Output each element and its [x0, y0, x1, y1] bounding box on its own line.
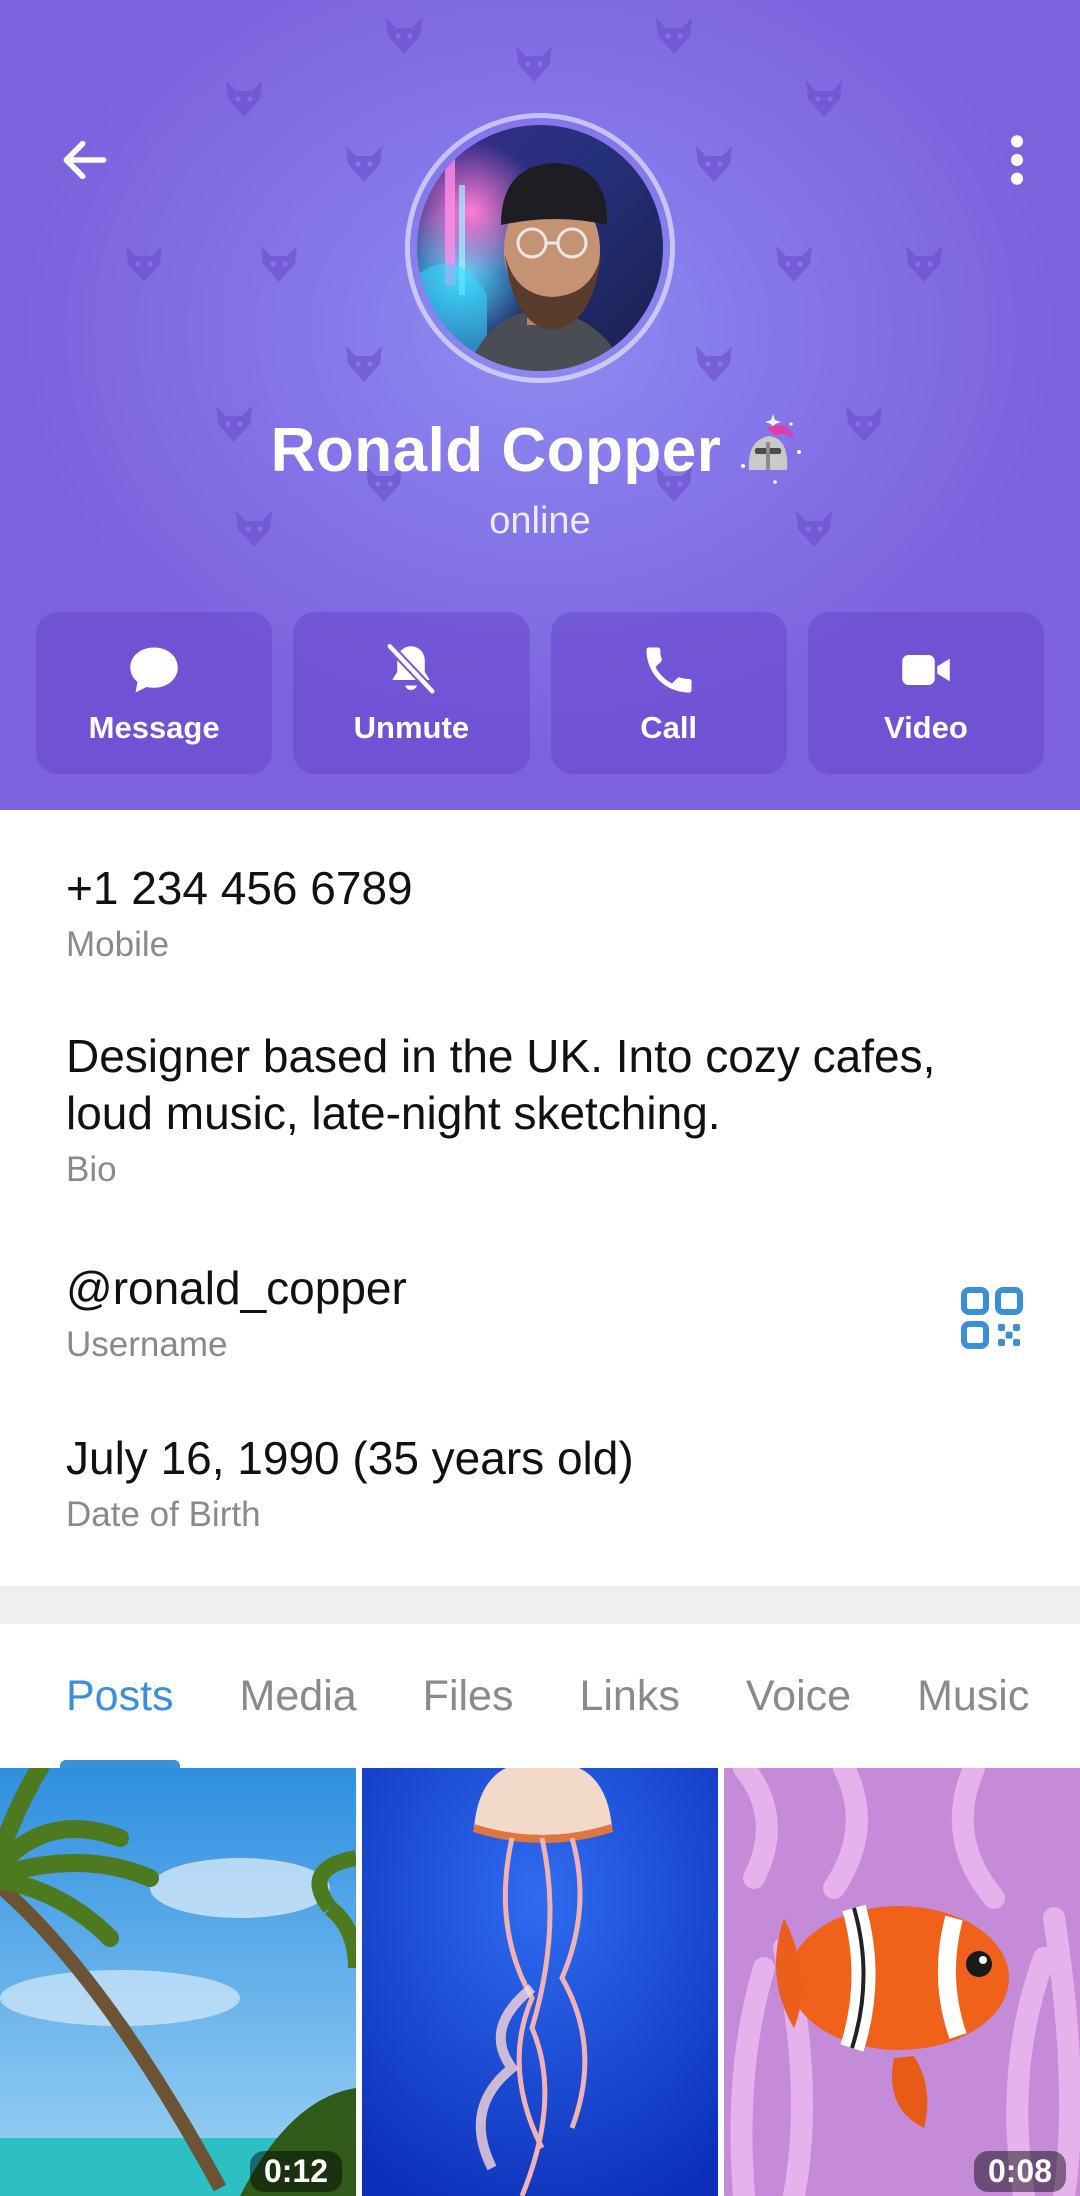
profile-name: Ronald Copper	[270, 415, 722, 485]
fox-pattern-icon	[906, 246, 942, 282]
video-button-label: Video	[883, 710, 968, 745]
video-button[interactable]: Video	[807, 612, 1044, 774]
bell-off-icon	[387, 643, 436, 695]
fox-pattern-icon	[226, 81, 262, 117]
section-divider	[0, 1586, 1080, 1624]
video-duration-badge: 0:12	[249, 2151, 342, 2192]
video-duration-badge: 0:08	[973, 2151, 1066, 2192]
more-options-button[interactable]	[982, 115, 1052, 205]
message-button-label: Message	[88, 710, 220, 745]
call-button-label: Call	[640, 710, 698, 745]
avatar-photo	[417, 145, 627, 371]
action-buttons: Message Unmute Call Video	[36, 612, 1044, 774]
birthday-label: Date of Birth	[66, 1495, 261, 1534]
jellyfish-image	[362, 1768, 718, 2196]
username-text: @ronald_copper	[66, 1262, 407, 1314]
fox-pattern-icon	[696, 346, 732, 382]
media-item-clownfish[interactable]: 0:08	[724, 1768, 1080, 2196]
tab-links[interactable]: Links	[579, 1624, 679, 1768]
media-item-palm-tree[interactable]: 0:12	[0, 1768, 356, 2196]
phone-icon	[646, 647, 692, 693]
message-bubble-icon	[130, 647, 178, 693]
tab-files[interactable]: Files	[423, 1624, 514, 1768]
birthday-row[interactable]: July 16, 1990 (35 years old) Date of Bir…	[66, 1430, 1016, 1535]
phone-label: Mobile	[66, 925, 170, 964]
unmute-button-label: Unmute	[353, 710, 470, 745]
more-vertical-icon	[1010, 135, 1024, 185]
message-button[interactable]: Message	[36, 612, 273, 774]
tab-music[interactable]: Music	[917, 1624, 1029, 1768]
call-button[interactable]: Call	[550, 612, 787, 774]
fox-pattern-icon	[656, 18, 692, 54]
tab-posts[interactable]: Posts	[60, 1624, 180, 1768]
fox-pattern-icon	[696, 146, 732, 182]
tab-voice[interactable]: Voice	[746, 1624, 851, 1768]
media-grid: 0:12 0:08	[0, 1768, 1080, 2196]
tab-media[interactable]: Media	[240, 1624, 357, 1768]
fox-pattern-icon	[516, 46, 552, 82]
unmute-button[interactable]: Unmute	[293, 612, 530, 774]
fox-pattern-icon	[806, 81, 842, 117]
avatar-ring[interactable]	[405, 113, 675, 383]
username-row[interactable]: @ronald_copper Username	[66, 1260, 1016, 1365]
media-tabs: Posts Media Files Links Voice Music	[0, 1624, 1080, 1768]
avatar[interactable]	[417, 125, 663, 371]
fox-pattern-icon	[386, 18, 422, 54]
fox-pattern-icon	[346, 346, 382, 382]
qr-code-icon[interactable]	[960, 1286, 1024, 1350]
profile-info: +1 234 456 6789 Mobile Designer based in…	[0, 810, 1080, 1586]
birthday-text: July 16, 1990 (35 years old)	[66, 1432, 634, 1484]
phone-row[interactable]: +1 234 456 6789 Mobile	[66, 860, 1016, 965]
online-status: online	[489, 500, 591, 542]
fox-pattern-icon	[126, 246, 162, 282]
clownfish-image	[724, 1768, 1080, 2196]
profile-header: Ronald Copper online Message Unmute Call…	[0, 0, 1080, 810]
back-button[interactable]	[40, 115, 130, 205]
phone-number: +1 234 456 6789	[66, 862, 413, 914]
knight-helmet-emoji-status-icon[interactable]	[729, 408, 809, 488]
fox-pattern-icon	[346, 146, 382, 182]
bio-row[interactable]: Designer based in the UK. Into cozy cafe…	[66, 1028, 1016, 1190]
bio-label: Bio	[66, 1150, 117, 1189]
bio-text: Designer based in the UK. Into cozy cafe…	[66, 1030, 936, 1139]
palm-tree-image	[0, 1768, 356, 2196]
arrow-left-icon	[63, 140, 107, 180]
video-camera-icon	[902, 655, 950, 685]
username-label: Username	[66, 1325, 228, 1364]
fox-pattern-icon	[261, 246, 297, 282]
media-item-jellyfish[interactable]	[362, 1768, 718, 2196]
fox-pattern-icon	[776, 246, 812, 282]
name-row: Ronald Copper	[0, 405, 1080, 495]
